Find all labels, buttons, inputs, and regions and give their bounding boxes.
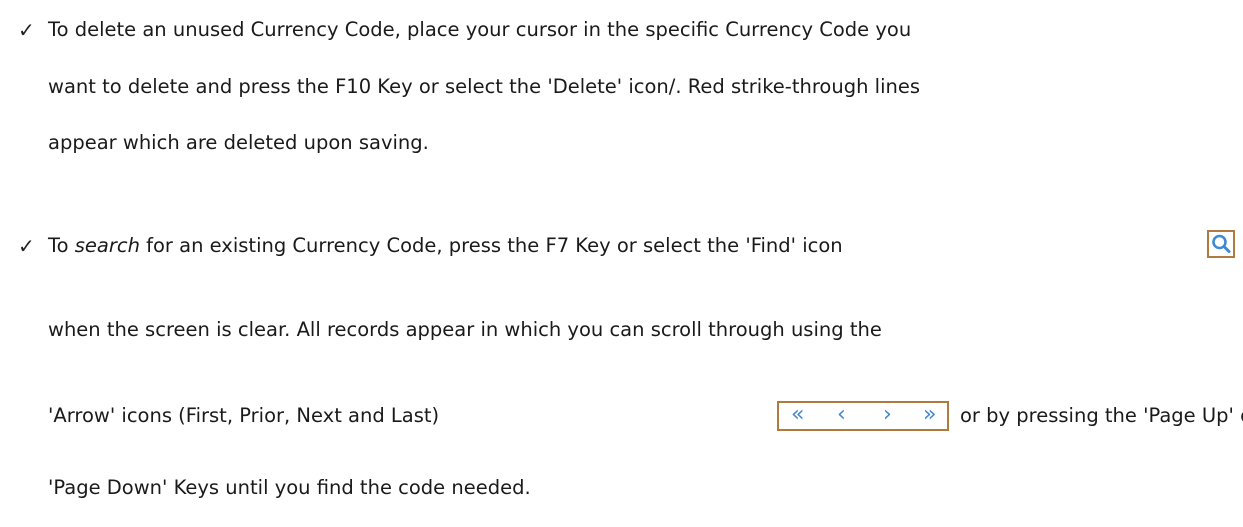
- delete-instruction-line-1: To delete an unused Currency Code, place…: [48, 18, 912, 41]
- search-instruction-line-2: when the screen is clear. All records ap…: [48, 318, 882, 341]
- search-line-1-suffix: for an existing Currency Code, press the…: [139, 234, 843, 257]
- search-instruction-line-3-suffix: or by pressing the 'Page Up' or: [960, 404, 1243, 427]
- check-icon: ✓: [18, 18, 35, 42]
- search-emphasis: search: [74, 234, 140, 257]
- check-icon: ✓: [18, 234, 35, 258]
- next-record-icon: ›: [883, 402, 892, 427]
- delete-instruction-line-2: want to delete and press the F10 Key or …: [48, 75, 921, 98]
- first-record-icon: «: [791, 402, 805, 427]
- search-instruction-line-4: 'Page Down' Keys until you find the code…: [48, 476, 531, 499]
- search-instruction-line-1: To search for an existing Currency Code,…: [48, 234, 843, 258]
- delete-instruction-line-3: appear which are deleted upon saving.: [48, 131, 429, 154]
- search-icon: [1207, 230, 1235, 258]
- search-line-1-prefix: To: [48, 234, 75, 257]
- last-record-icon: »: [923, 402, 937, 427]
- search-instruction-line-3-prefix: 'Arrow' icons (First, Prior, Next and La…: [48, 404, 440, 427]
- prior-record-icon: ‹: [837, 402, 846, 427]
- record-navigation-icons: « ‹ › »: [777, 401, 949, 431]
